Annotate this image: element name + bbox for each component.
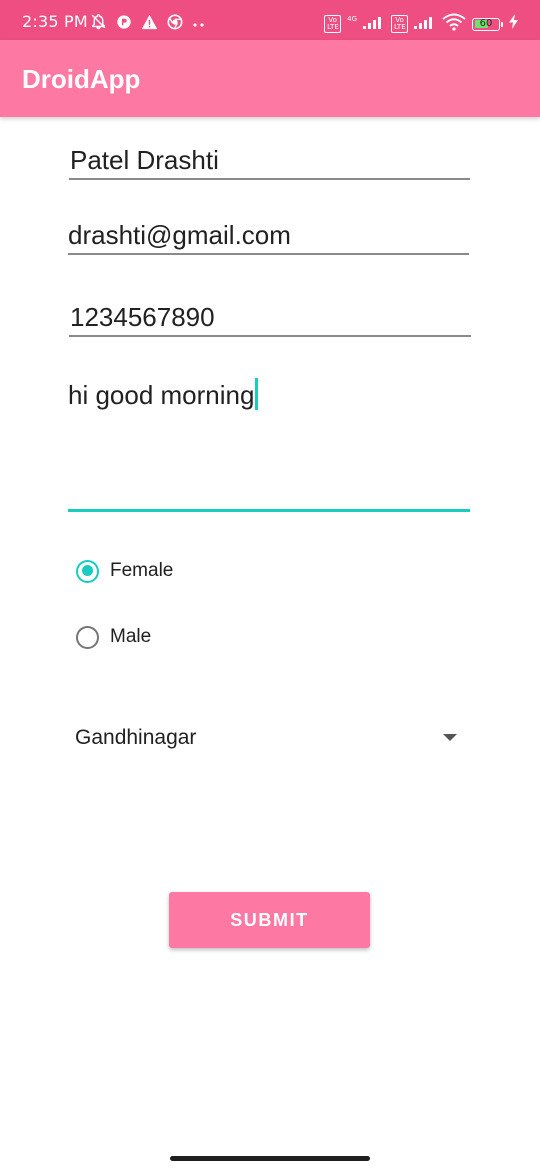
radio-checked-icon [76, 559, 99, 583]
phone-field[interactable]: 1234567890 [70, 302, 215, 333]
message-field-underline [68, 509, 470, 512]
signal-icon [363, 15, 385, 34]
battery-tip [501, 21, 503, 27]
app-title: DroidApp [22, 64, 141, 94]
email-field[interactable]: drashti@gmail.com [68, 220, 291, 251]
radio-male-label: Male [110, 626, 152, 647]
network-type-label: 4G [347, 15, 357, 23]
radio-dot [81, 565, 93, 576]
name-field-underline [69, 178, 470, 180]
charging-icon [509, 14, 518, 34]
wifi-icon [442, 13, 466, 36]
submit-button[interactable]: SUBMIT [169, 892, 370, 948]
message-text: hi good morning [68, 380, 255, 410]
message-field[interactable]: hi good morning [68, 378, 259, 411]
chrome-icon [167, 14, 183, 35]
warning-icon [141, 14, 158, 35]
gesture-nav-bar[interactable] [170, 1156, 370, 1161]
radio-male[interactable]: Male [76, 622, 151, 652]
radio-unchecked-icon [76, 625, 99, 649]
muted-bell-icon [90, 13, 107, 35]
name-field[interactable]: Patel Drashti [70, 145, 219, 176]
text-cursor [255, 378, 259, 410]
battery-level: 60 [479, 17, 493, 29]
city-spinner-value: Gandhinagar [75, 726, 197, 749]
radio-female[interactable]: Female [76, 556, 173, 586]
radio-female-label: Female [110, 560, 174, 581]
email-field-underline [68, 253, 469, 255]
p-badge-icon [116, 14, 132, 35]
city-spinner[interactable]: Gandhinagar [75, 720, 461, 756]
app-bar: DroidApp [0, 40, 540, 117]
dropdown-arrow-icon [443, 734, 457, 741]
system-icons: Vo LTE 4G Vo LTE 60 [324, 13, 518, 36]
status-bar: 2:35 PM Vo LTE 4G Vo LTE 60 [0, 0, 540, 40]
more-dots-icon [192, 15, 206, 33]
notification-icons [90, 14, 206, 34]
volte-icon: Vo LTE [324, 15, 342, 33]
volte-icon: Vo LTE [391, 15, 408, 33]
signal-icon [414, 15, 436, 34]
status-time: 2:35 PM [22, 12, 88, 31]
battery-icon: 60 [472, 17, 500, 31]
phone-field-underline [69, 335, 471, 337]
